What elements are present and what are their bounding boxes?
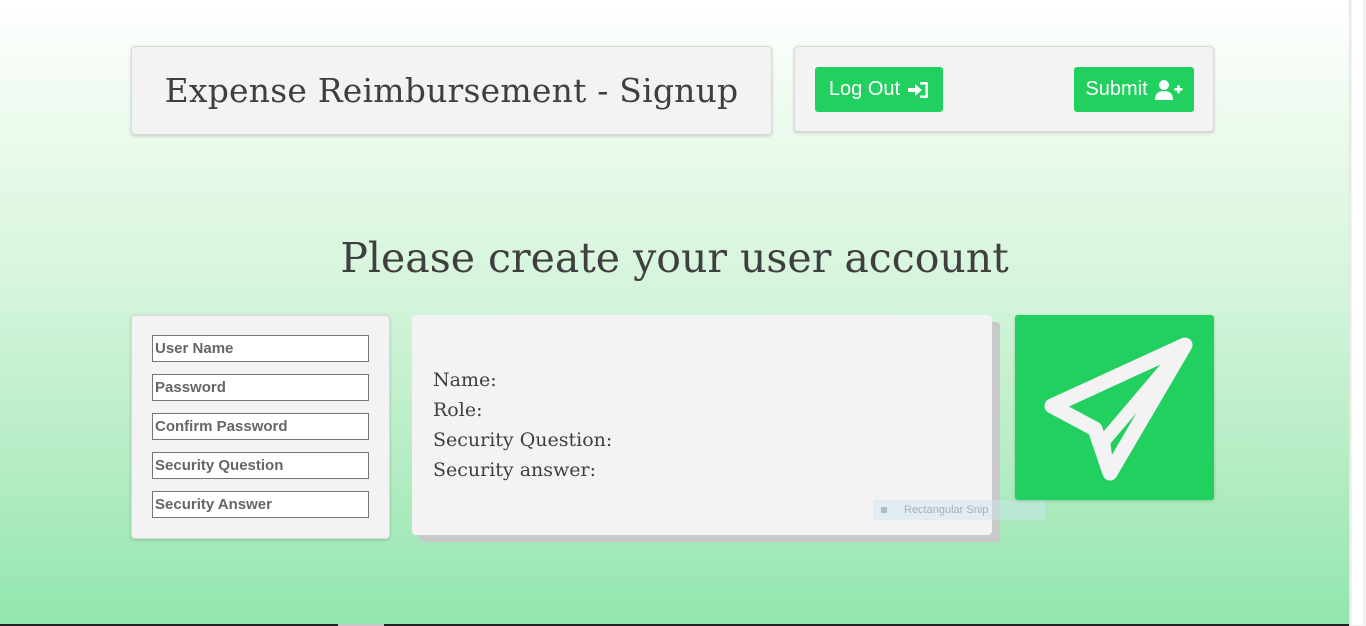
user-plus-icon [1154, 79, 1183, 101]
submit-button-label: Submit [1085, 78, 1148, 100]
logout-button-label: Log Out [828, 78, 901, 100]
paper-plane-icon [1030, 321, 1200, 495]
scrollbar-thumb[interactable] [1352, 0, 1363, 625]
logo-tile [1015, 315, 1214, 500]
signup-form-card [131, 315, 390, 539]
logout-button[interactable]: Log Out [815, 67, 943, 112]
preview-role-label: Role: [433, 399, 483, 421]
confirm-password-input[interactable] [152, 413, 369, 440]
security-question-input[interactable] [152, 452, 369, 479]
signup-heading: Please create your user account [340, 234, 1009, 282]
page-title: Expense Reimbursement - Signup [164, 71, 739, 110]
snip-overlay-text: Rectangular Snip [904, 504, 989, 516]
username-input[interactable] [152, 335, 369, 362]
snip-icon [881, 507, 887, 513]
preview-details: Name: Role: Security Question: Security … [433, 365, 612, 485]
security-answer-input[interactable] [152, 491, 369, 518]
title-card: Expense Reimbursement - Signup [131, 46, 772, 135]
submit-button[interactable]: Submit [1074, 67, 1194, 112]
sign-in-icon [907, 80, 929, 100]
password-input[interactable] [152, 374, 369, 401]
preview-security-answer-label: Security answer: [433, 459, 597, 481]
snip-tool-overlay: Rectangular Snip [873, 500, 1045, 520]
preview-name-label: Name: [433, 369, 497, 391]
preview-security-question-label: Security Question: [433, 429, 613, 451]
actions-card: Log Out Submit [794, 46, 1214, 132]
